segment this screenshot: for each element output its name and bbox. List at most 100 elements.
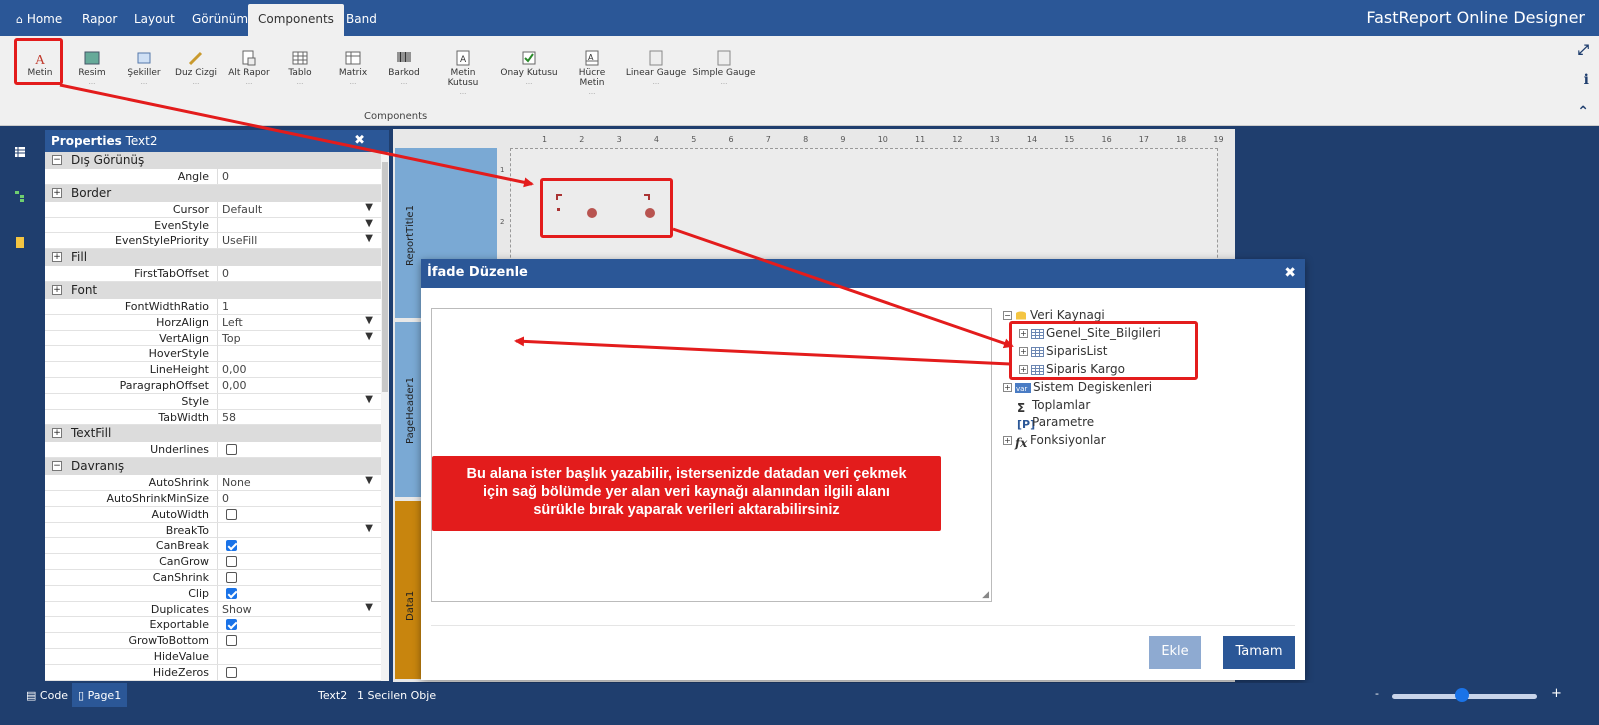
alt-rapor-button[interactable]: Alt Rapor... [226,50,272,86]
linear-gauge-button[interactable]: Linear Gauge... [625,50,687,86]
property-category[interactable]: − Dış Görünüş [45,152,389,169]
property-value[interactable]: ▼ [217,393,377,409]
property-value[interactable]: 0 [217,266,377,282]
property-value[interactable]: UseFill ▼ [217,233,377,249]
expand-icon[interactable]: + [52,187,62,198]
property-checkbox[interactable] [226,444,237,456]
resim-button[interactable]: Resim... [72,50,112,86]
zoom-slider-thumb[interactable] [1455,688,1469,702]
property-value[interactable]: None ▼ [217,475,377,491]
tab-gorunum[interactable]: Görünüm [182,8,258,36]
property-checkbox-cell[interactable] [217,442,377,458]
properties-scrollbar[interactable] [381,152,389,681]
property-category[interactable]: + Border [45,184,389,202]
property-checkbox[interactable] [226,556,237,568]
metin-kutusu-button[interactable]: A Metin Kutusu... [434,50,492,96]
property-category[interactable]: + Fill [45,249,389,267]
hucre-metin-button[interactable]: A Hücre Metin... [565,50,619,96]
property-value[interactable]: Show ▼ [217,601,377,617]
close-icon[interactable]: ✖ [354,133,365,148]
chevron-down-icon[interactable]: ▼ [365,218,373,229]
tamam-button[interactable]: Tamam [1223,636,1295,669]
property-value[interactable]: Left ▼ [217,314,377,330]
chevron-down-icon[interactable]: ▼ [365,315,373,326]
property-checkbox[interactable] [226,540,237,552]
info-icon[interactable]: i [1584,72,1589,88]
barkod-button[interactable]: Barkod... [386,50,422,86]
collapse-ribbon-icon[interactable]: ⌃ [1577,104,1589,120]
property-value[interactable] [217,346,377,362]
property-checkbox[interactable] [226,666,237,678]
property-checkbox-cell[interactable] [217,664,377,680]
property-value[interactable]: 0,00 [217,362,377,378]
collapse-icon[interactable]: − [52,155,62,165]
property-checkbox-cell[interactable] [217,585,377,601]
page-tab[interactable]: ▯ Page1 [72,683,128,707]
data-dictionary-icon[interactable] [14,236,26,248]
tab-band[interactable]: Band [336,8,387,36]
close-icon[interactable]: ✖ [1284,265,1296,281]
expand-icon[interactable]: + [52,428,62,439]
property-checkbox[interactable] [226,619,237,631]
collapse-icon[interactable]: − [52,461,62,472]
property-value[interactable]: 0 [217,490,377,506]
property-checkbox-cell[interactable] [217,633,377,649]
tree-node[interactable]: [P]Parametre [1003,415,1094,431]
tab-home[interactable]: ⌂ Home [6,8,72,36]
property-value[interactable] [217,648,377,664]
tab-layout[interactable]: Layout [124,8,185,36]
property-value[interactable]: Top ▼ [217,330,377,346]
property-checkbox[interactable] [226,587,237,599]
zoom-out-button[interactable]: - [1375,687,1379,700]
expression-textarea[interactable]: ◢ [431,308,992,602]
expand-icon[interactable]: + [1003,383,1012,392]
resize-grip-icon[interactable]: ◢ [982,590,989,600]
property-value[interactable]: Default ▼ [217,201,377,217]
property-value[interactable]: ▼ [217,217,377,233]
tab-components[interactable]: Components [248,4,344,36]
chevron-down-icon[interactable]: ▼ [365,394,373,405]
property-checkbox-cell[interactable] [217,506,377,522]
chevron-down-icon[interactable]: ▼ [365,233,373,244]
onay-kutusu-button[interactable]: Onay Kutusu... [500,50,558,86]
property-category[interactable]: + TextFill [45,425,389,443]
tab-rapor[interactable]: Rapor [72,8,127,36]
expand-icon[interactable]: + [52,284,62,295]
chevron-down-icon[interactable]: ▼ [365,202,373,213]
property-checkbox[interactable] [226,635,237,647]
property-value[interactable]: 1 [217,298,377,314]
tree-node[interactable]: + var Sistem Degiskenleri [1003,380,1152,396]
property-checkbox-cell[interactable] [217,554,377,570]
property-value[interactable]: ▼ [217,522,377,538]
property-value[interactable]: 0,00 [217,377,377,393]
duz-cizgi-button[interactable]: Duz Cizgi... [174,50,218,86]
tablo-button[interactable]: Tablo... [282,50,318,86]
simple-gauge-button[interactable]: Simple Gauge... [692,50,756,86]
property-category[interactable]: − Davranış [45,458,389,476]
sekiller-button[interactable]: Şekiller... [124,50,164,86]
code-tab[interactable]: ▤ Code [26,689,68,702]
tree-node[interactable]: Σ Toplamlar [1003,398,1090,415]
expand-icon[interactable]: + [52,252,62,263]
ekle-button[interactable]: Ekle [1149,636,1201,669]
matrix-button[interactable]: Matrix... [334,50,372,86]
report-tree-icon[interactable] [14,190,26,202]
chevron-down-icon[interactable]: ▼ [365,523,373,534]
property-checkbox-cell[interactable] [217,569,377,585]
chevron-down-icon[interactable]: ▼ [365,602,373,613]
property-category[interactable]: + Font [45,281,389,299]
expand-icon[interactable]: + [1003,436,1012,445]
property-checkbox[interactable] [226,508,237,520]
fullscreen-icon[interactable]: ⤢ [1578,42,1589,58]
chevron-down-icon[interactable]: ▼ [365,331,373,342]
chevron-down-icon[interactable]: ▼ [365,475,373,486]
property-value[interactable]: 0 [217,169,377,184]
collapse-icon[interactable]: − [1003,311,1012,320]
property-checkbox-cell[interactable] [217,617,377,633]
property-checkbox-cell[interactable] [217,538,377,554]
property-checkbox[interactable] [226,571,237,583]
zoom-in-button[interactable]: + [1551,686,1562,701]
properties-panel-icon[interactable] [14,146,26,158]
property-value[interactable]: 58 [217,409,377,425]
tree-node[interactable]: + fx Fonksiyonlar [1003,433,1106,450]
